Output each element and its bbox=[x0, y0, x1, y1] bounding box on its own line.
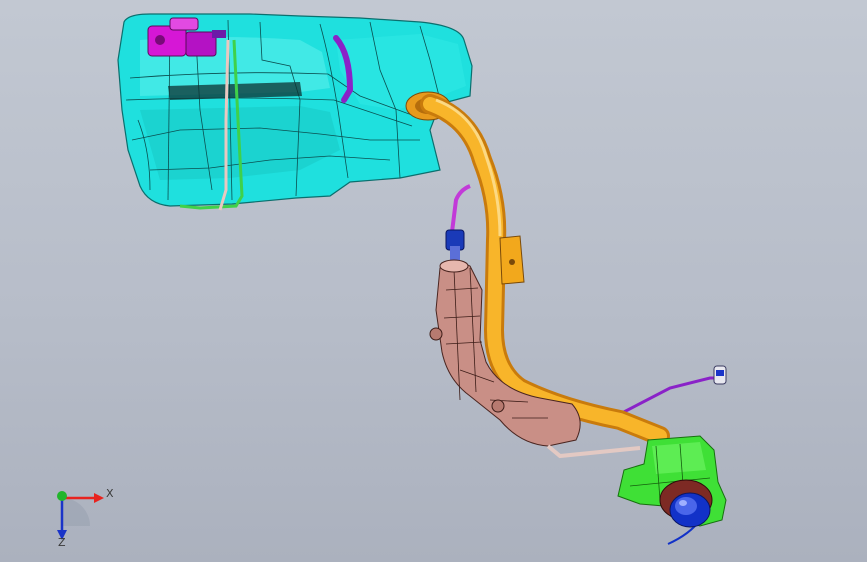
triad-plane-icon bbox=[62, 498, 90, 526]
line-connector[interactable] bbox=[445, 229, 465, 262]
filler-cap[interactable] bbox=[659, 479, 713, 528]
vent-connector[interactable] bbox=[713, 365, 727, 385]
z-axis-label: Z bbox=[58, 536, 66, 548]
x-axis-arrowhead-icon bbox=[94, 493, 104, 503]
x-axis-label: X bbox=[106, 487, 114, 500]
coordinate-triad: X Z bbox=[57, 487, 114, 548]
y-axis-dot-icon bbox=[57, 491, 67, 501]
mounting-bracket[interactable] bbox=[499, 235, 525, 285]
fuel-system-model[interactable] bbox=[0, 0, 867, 562]
cad-viewport[interactable]: X Z bbox=[0, 0, 867, 562]
